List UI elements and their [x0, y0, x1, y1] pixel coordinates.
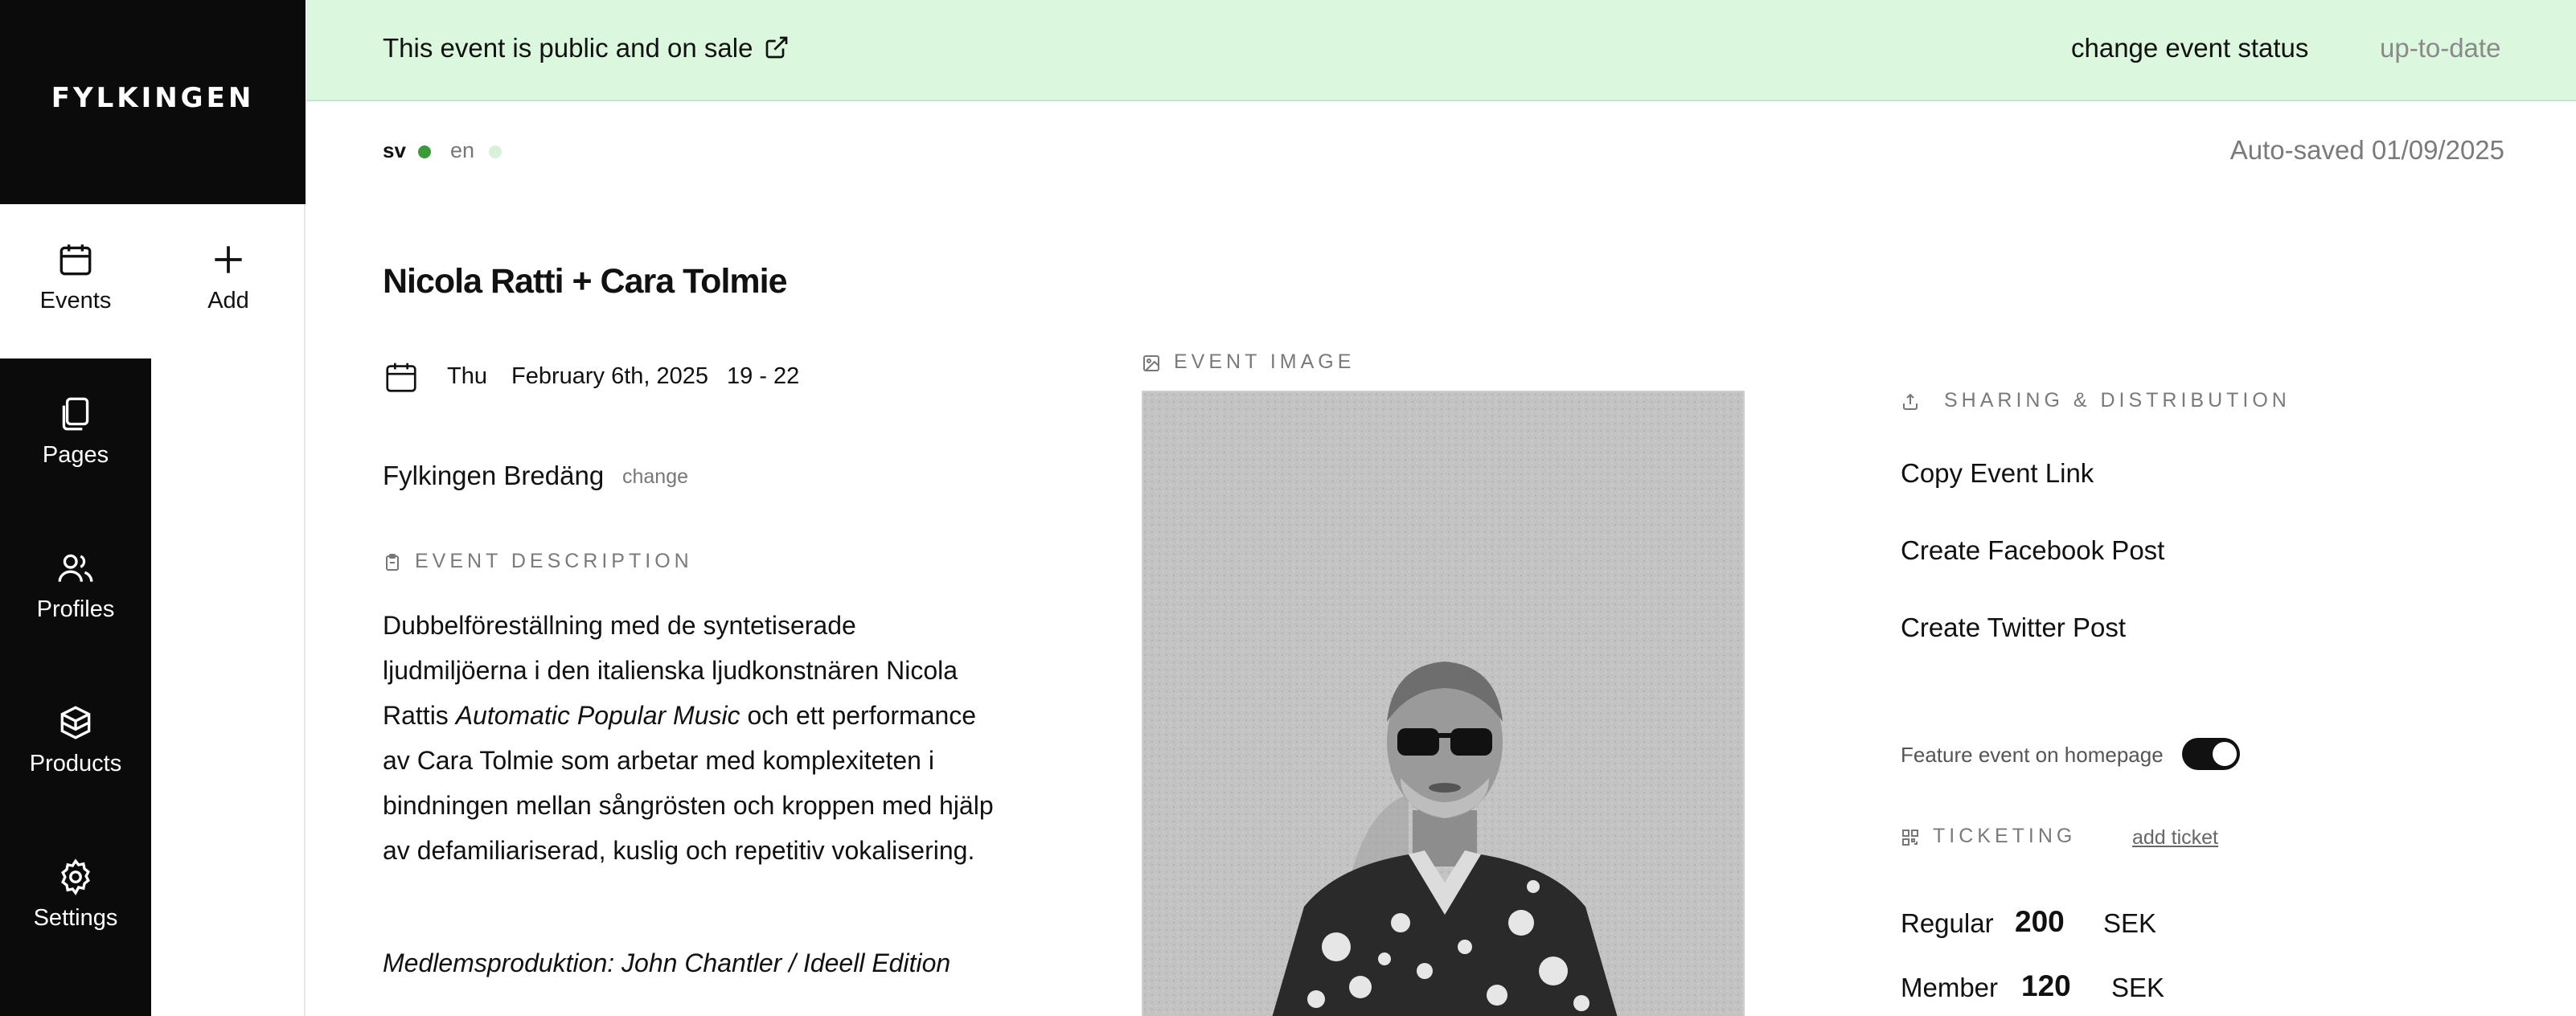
share-icon: [1901, 392, 1920, 412]
qr-code-icon: [1901, 828, 1920, 847]
ticket-price[interactable]: 120: [2021, 969, 2071, 1003]
event-time[interactable]: 19 - 22: [727, 363, 799, 390]
sidebar-item-label: Pages: [42, 442, 109, 468]
venue-change-link[interactable]: change: [622, 465, 688, 489]
sidebar-item-pages[interactable]: Pages: [0, 394, 151, 469]
image-icon: [1142, 354, 1161, 373]
language-tab-en[interactable]: en: [450, 138, 474, 163]
pages-icon: [55, 394, 96, 434]
event-day[interactable]: Thu: [447, 363, 487, 390]
box-icon: [55, 703, 96, 743]
sidebar-item-label: Products: [29, 751, 122, 776]
event-description-label: EVENT DESCRIPTION: [415, 550, 693, 572]
event-status-text: This event is public and on sale: [383, 33, 753, 63]
language-status-dot: [489, 145, 502, 158]
gear-icon: [55, 857, 96, 897]
external-link-icon[interactable]: [764, 35, 790, 60]
toggle-knob: [2213, 742, 2237, 766]
event-date[interactable]: February 6th, 2025: [511, 363, 708, 390]
feature-on-homepage-label: Feature event on homepage: [1901, 743, 2164, 767]
event-image-label: EVENT IMAGE: [1174, 350, 1356, 373]
sidebar-item-settings[interactable]: Settings: [0, 857, 151, 932]
event-credit[interactable]: Medlemsproduktion: John Chantler / Ideel…: [383, 948, 950, 978]
sidebar-item-profiles[interactable]: Profiles: [0, 548, 151, 623]
ticket-name: Member: [1901, 973, 1999, 1002]
ticketing-label: TICKETING: [1933, 825, 2077, 847]
ticket-currency: SEK: [2103, 908, 2157, 938]
event-description[interactable]: Dubbelföreställning med de syntetiserade…: [383, 603, 994, 873]
sidebar-item-label: Add: [207, 288, 249, 313]
sidebar-item-label: Profiles: [36, 596, 115, 622]
ticket-price[interactable]: 200: [2015, 905, 2065, 939]
add-ticket-link[interactable]: add ticket: [2132, 826, 2218, 850]
sidebar-item-label: Events: [39, 288, 112, 313]
copy-event-link-button[interactable]: Copy Event Link: [1901, 458, 2094, 489]
logo[interactable]: FYLKINGEN: [0, 82, 306, 114]
event-venue: Fylkingen Bredäng: [383, 461, 605, 490]
sidebar-item-add[interactable]: Add: [153, 240, 304, 314]
users-icon: [55, 548, 96, 588]
sync-status: up-to-date: [2380, 33, 2501, 63]
plus-icon: [208, 240, 248, 280]
language-tab-sv[interactable]: sv: [383, 138, 406, 163]
sidebar-item-products[interactable]: Products: [0, 703, 151, 777]
create-twitter-post-button[interactable]: Create Twitter Post: [1901, 612, 2126, 643]
sharing-distribution-label: SHARING & DISTRIBUTION: [1944, 389, 2291, 412]
calendar-icon[interactable]: [383, 358, 420, 395]
autosave-status: Auto-saved 01/09/2025: [2229, 135, 2504, 165]
create-facebook-post-button[interactable]: Create Facebook Post: [1901, 535, 2164, 566]
event-image[interactable]: [1142, 391, 1745, 1016]
ticket-name: Regular: [1901, 908, 1994, 938]
sidebar-item-label: Settings: [33, 905, 118, 931]
change-event-status-button[interactable]: change event status: [2071, 33, 2308, 63]
event-title[interactable]: Nicola Ratti + Cara Tolmie: [383, 262, 787, 301]
sidebar-item-events[interactable]: Events: [0, 240, 151, 314]
calendar-icon: [55, 240, 96, 280]
sidebar-divider: [304, 204, 306, 1016]
clipboard-icon: [383, 553, 402, 572]
language-status-dot: [418, 145, 431, 158]
ticket-currency: SEK: [2111, 973, 2165, 1002]
